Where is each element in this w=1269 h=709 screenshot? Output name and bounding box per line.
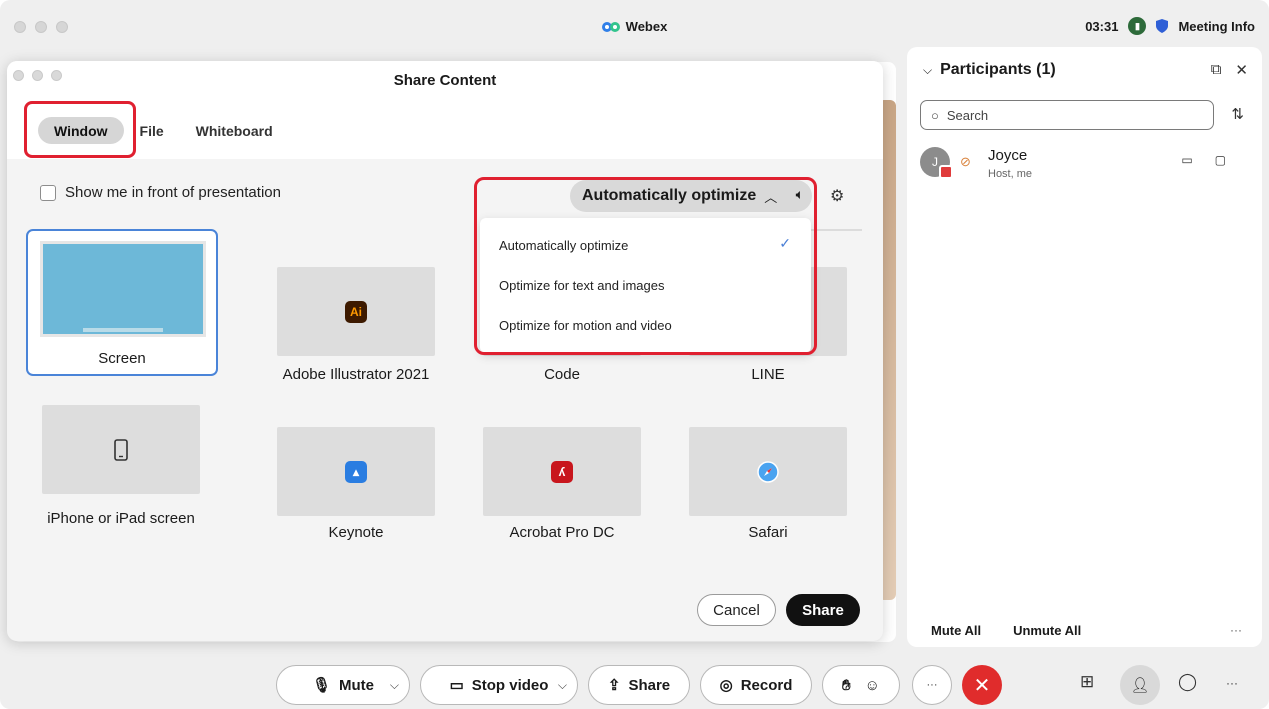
source-label: iPhone or iPad screen	[47, 510, 195, 527]
window-tab-highlight	[24, 101, 136, 158]
source-tile-screen[interactable]: Screen	[26, 229, 218, 376]
more-icon[interactable]: ···	[1226, 676, 1238, 690]
close-icon: ✕	[973, 674, 991, 697]
shield-icon	[1156, 19, 1169, 33]
meeting-timer: 03:31	[1085, 18, 1119, 34]
illustrator-icon: Ai	[345, 300, 367, 323]
app-title: Webex	[0, 19, 1269, 34]
screen-thumbnail	[40, 241, 206, 337]
record-button[interactable]: ◎ Record	[700, 665, 812, 705]
unmute-all-button[interactable]: Unmute All	[1013, 623, 1081, 638]
dialog-buttons: Cancel Share	[697, 594, 860, 626]
gear-icon[interactable]: ⚙︎	[830, 186, 844, 206]
end-call-button[interactable]: ✕	[962, 665, 1002, 705]
participant-search-input[interactable]: ○ Search	[920, 100, 1214, 130]
network-signal-icon[interactable]: ▮	[1128, 17, 1147, 35]
webex-logo-icon	[601, 21, 620, 32]
source-thumbnail: ʎ	[483, 427, 641, 516]
participant-role: Host, me	[988, 168, 1033, 180]
show-me-label: Show me in front of presentation	[65, 184, 281, 201]
source-thumbnail	[689, 427, 847, 516]
share-button[interactable]: ⇪ Share	[588, 665, 690, 705]
source-thumbnail: ▴	[277, 427, 435, 516]
participant-row[interactable]: J ⊘ Joyce Host, me ▭ ▢	[920, 147, 1250, 187]
dialog-title: Share Content	[393, 72, 497, 89]
video-camera-icon: ▭	[449, 677, 464, 694]
source-thumbnail: Ai	[277, 267, 435, 356]
participants-panel: ⌵ Participants (1) ⧉ ✕ ○ Search ⇅ J ⊘ Jo…	[907, 47, 1262, 647]
share-confirm-button[interactable]: Share	[786, 594, 860, 626]
camera-icon: ▢	[1214, 153, 1226, 167]
panel-footer: Mute All Unmute All	[931, 623, 1081, 638]
title-bar-right: 03:31 ▮ Meeting Info	[1085, 17, 1255, 35]
sort-icon[interactable]: ⇅	[1231, 105, 1244, 123]
source-label: Code	[544, 366, 580, 383]
source-label: Adobe Illustrator 2021	[282, 366, 430, 383]
meeting-info-button[interactable]: Meeting Info	[1178, 19, 1255, 34]
panel-more-button[interactable]: ···	[1230, 623, 1242, 637]
optimize-highlight	[474, 177, 817, 355]
app-title-text: Webex	[625, 19, 668, 34]
safari-icon	[757, 460, 779, 483]
stop-video-button[interactable]: ▭ Stop video ⌵	[420, 665, 578, 705]
acrobat-icon: ʎ	[551, 460, 573, 483]
show-me-checkbox[interactable]	[40, 184, 56, 201]
cancel-button[interactable]: Cancel	[697, 594, 776, 626]
source-thumbnail	[42, 405, 200, 494]
chat-icon[interactable]: ◯	[1178, 672, 1197, 692]
microphone-icon: 🎙︎	[311, 677, 332, 694]
share-content-dialog: Share Content Window File Whiteboard Sho…	[7, 61, 883, 641]
emoji-icon[interactable]: ☺	[865, 677, 880, 694]
source-label: Keynote	[328, 524, 384, 541]
reactions-group: ✋︎ ☺	[822, 665, 900, 705]
chevron-down-icon[interactable]: ⌵	[923, 63, 932, 78]
sharing-badge-icon	[939, 165, 953, 179]
source-label: Screen	[98, 350, 146, 367]
mic-muted-icon: ⊘	[960, 154, 971, 169]
tab-whiteboard[interactable]: Whiteboard	[180, 117, 289, 144]
phone-icon	[114, 438, 128, 461]
record-icon: ◎	[719, 677, 733, 694]
webex-window: Webex 03:31 ▮ Meeting Info ⌵ Participant…	[0, 0, 1269, 709]
more-options-button[interactable]: ···	[912, 665, 952, 705]
title-bar: Webex 03:31 ▮ Meeting Info	[0, 0, 1269, 52]
search-placeholder: Search	[946, 107, 989, 123]
chevron-down-icon[interactable]: ⌵	[558, 678, 567, 693]
search-icon: ○	[931, 107, 939, 123]
meeting-toolbar: 🎙︎ Mute ⌵ ▭ Stop video ⌵ ⇪ Share ◎ Recor…	[0, 662, 1269, 709]
share-screen-icon: ⇪	[607, 677, 621, 694]
participant-icons: ▭ ▢	[1181, 153, 1226, 167]
keynote-icon: ▴	[345, 460, 367, 483]
mute-button[interactable]: 🎙︎ Mute ⌵	[276, 665, 410, 705]
raise-hand-icon[interactable]: ✋︎	[842, 677, 851, 694]
closed-caption-icon: ▭	[1181, 153, 1193, 167]
panel-actions: ⧉ ✕	[1211, 61, 1248, 79]
popout-icon[interactable]: ⧉	[1211, 61, 1222, 79]
close-icon[interactable]: ✕	[1235, 61, 1248, 79]
participants-icon[interactable]: 👤︎	[1120, 665, 1160, 705]
source-label: Acrobat Pro DC	[509, 524, 615, 541]
participants-title: Participants (1)	[940, 61, 1056, 78]
source-label: Safari	[748, 524, 788, 541]
chevron-down-icon[interactable]: ⌵	[390, 678, 399, 693]
mute-all-button[interactable]: Mute All	[931, 623, 981, 638]
apps-icon[interactable]: ⊞	[1080, 672, 1094, 692]
show-me-option[interactable]: Show me in front of presentation	[40, 184, 281, 201]
participant-name: Joyce	[988, 147, 1028, 164]
participants-header[interactable]: ⌵ Participants (1)	[923, 61, 1056, 79]
source-label: LINE	[751, 366, 785, 383]
